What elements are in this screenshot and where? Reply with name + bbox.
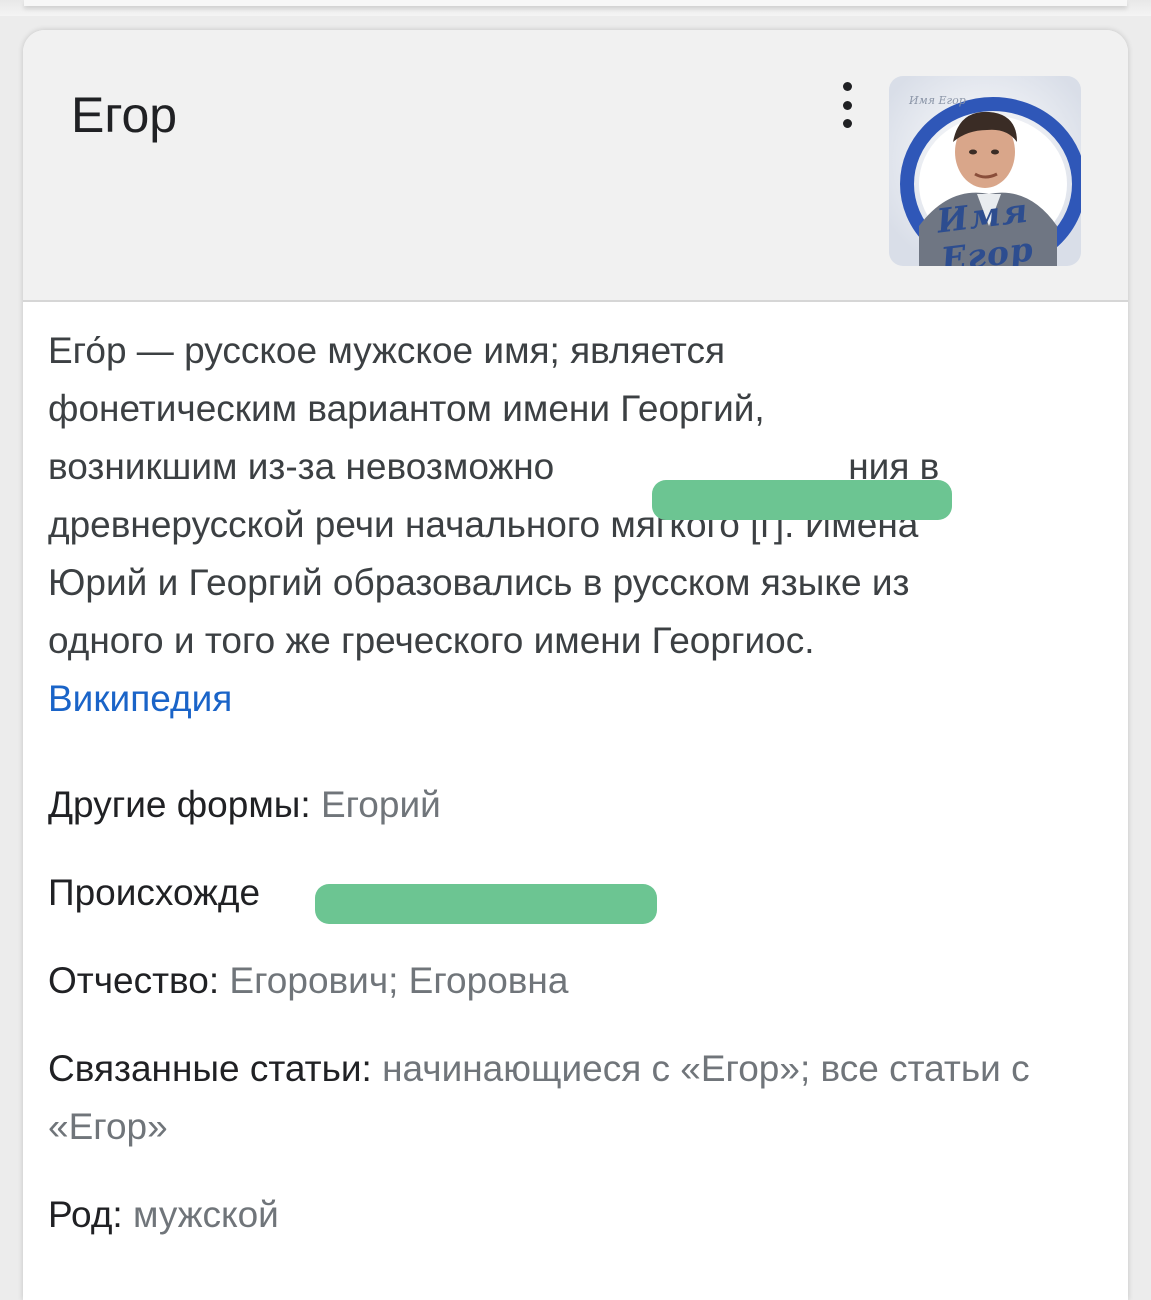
description-line: фонетическим вариантом имени Георгий, xyxy=(48,388,765,429)
previous-card-edge xyxy=(0,0,1151,16)
facts-list: Другие формы: Егорий Происхождерусское О… xyxy=(48,776,1058,1244)
related-link-starting[interactable]: начинающиеся с «Егор» xyxy=(382,1048,800,1089)
card-content: Его́р — русское мужское имя; является фо… xyxy=(48,322,1058,1274)
fact-label[interactable]: Другие формы xyxy=(48,784,300,825)
description-line: возникшим из-за невозможно xyxy=(48,446,555,487)
fact-label[interactable]: Происхожде xyxy=(48,872,260,913)
name-thumbnail-image[interactable]: Имя Егор Имя Егор xyxy=(889,76,1081,266)
fact-value[interactable]: мужской xyxy=(133,1194,279,1235)
redaction-mark xyxy=(652,480,952,520)
description-line: Юрий и Георгий образовались в русском яз… xyxy=(48,562,910,603)
description-line: Его́р — русское мужское имя; является xyxy=(48,330,726,371)
description: Его́р — русское мужское имя; является фо… xyxy=(48,322,1058,728)
card-title: Егор xyxy=(71,87,178,143)
fact-label[interactable]: Связанные статьи xyxy=(48,1048,362,1089)
related-separator: ; xyxy=(799,1048,821,1089)
fact-related-articles: Связанные статьи: начинающиеся с «Егор»;… xyxy=(48,1048,1030,1147)
fact-label[interactable]: Отчество xyxy=(48,960,209,1001)
fact-other-forms: Другие формы: Егорий xyxy=(48,784,441,825)
description-line: одного и того же греческого имени Георги… xyxy=(48,620,815,661)
svg-text:Имя Егор: Имя Егор xyxy=(908,94,966,107)
fact-value[interactable]: Егорий xyxy=(321,784,441,825)
fact-value[interactable]: Егорович; Егоровна xyxy=(229,960,568,1001)
fact-patronymic: Отчество: Егорович; Егоровна xyxy=(48,960,569,1001)
fact-label[interactable]: Род xyxy=(48,1194,112,1235)
more-vert-icon[interactable] xyxy=(831,82,863,128)
wikipedia-link[interactable]: Википедия xyxy=(48,670,1058,728)
redaction-mark xyxy=(315,884,657,924)
card-header: Егор Имя Егор Имя Егор xyxy=(23,30,1128,302)
fact-gender: Род: мужской xyxy=(48,1194,279,1235)
